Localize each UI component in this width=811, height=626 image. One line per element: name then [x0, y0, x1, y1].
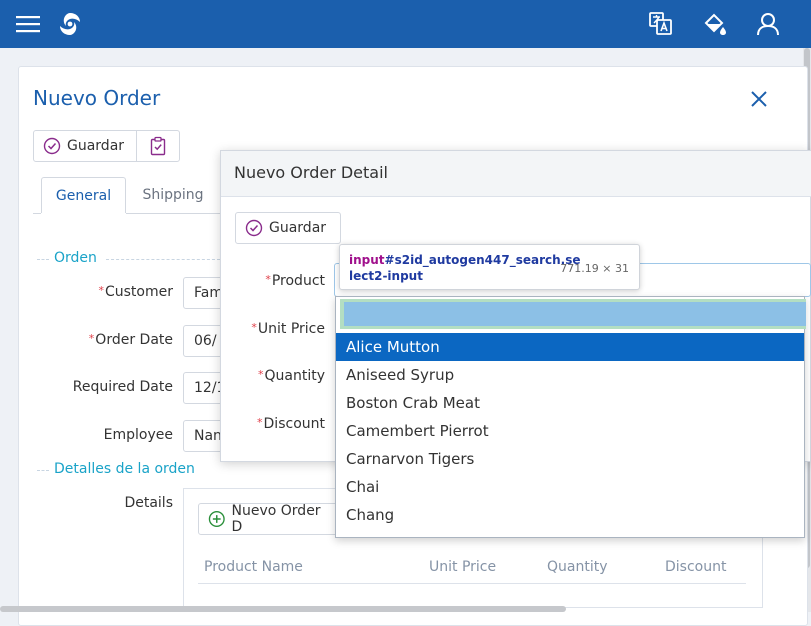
user-icon[interactable]: [752, 0, 784, 48]
grid-header-divider: [198, 583, 746, 584]
paint-bucket-icon[interactable]: [699, 0, 731, 48]
plus-circle-icon: [208, 511, 225, 527]
dropdown-option[interactable]: Chang: [336, 501, 804, 529]
translate-icon[interactable]: [645, 0, 677, 48]
column-header-quantity[interactable]: Quantity: [547, 559, 608, 575]
inspector-tooltip: input#s2id_autogen447_search.se lect2-in…: [339, 244, 640, 290]
column-header-product-name[interactable]: Product Name: [204, 559, 303, 575]
dropdown-search-input[interactable]: [344, 302, 806, 326]
customer-label: *Customer: [98, 284, 173, 300]
discount-label: *Discount: [257, 416, 325, 432]
dropdown-search-wrapper: [340, 299, 806, 329]
dropdown-option[interactable]: Carnarvon Tigers: [336, 445, 804, 473]
tab-shipping[interactable]: Shipping: [126, 177, 220, 213]
product-dropdown: Alice Mutton Aniseed Syrup Boston Crab M…: [335, 296, 806, 538]
dialog-header: Nuevo Order Detail: [221, 151, 811, 197]
dropdown-option-selected[interactable]: Alice Mutton: [336, 333, 804, 361]
column-header-discount[interactable]: Discount: [665, 559, 726, 575]
order-date-field[interactable]: 06/: [183, 325, 223, 357]
tab-underline: [126, 213, 220, 214]
employee-field[interactable]: Nan: [183, 420, 223, 452]
new-order-detail-label: Nuevo Order D: [231, 503, 321, 535]
dropdown-option[interactable]: Boston Crab Meat: [336, 389, 804, 417]
section-divider: [37, 259, 49, 260]
dropdown-option[interactable]: Chai: [336, 473, 804, 501]
dropdown-option[interactable]: Camembert Pierrot: [336, 417, 804, 445]
customer-field[interactable]: Fam: [183, 277, 223, 309]
order-date-label: *Order Date: [88, 332, 173, 348]
required-date-label: Required Date: [72, 379, 173, 395]
section-title-details: Detalles de la orden: [54, 461, 195, 477]
new-order-detail-button[interactable]: Nuevo Order D: [198, 503, 343, 535]
dialog-title: Nuevo Order Detail: [234, 163, 388, 182]
save-button[interactable]: Guardar: [33, 130, 137, 162]
horizontal-scrollbar[interactable]: [0, 606, 566, 612]
quantity-label: *Quantity: [258, 368, 325, 384]
dialog-save-label: Guardar: [269, 220, 327, 236]
tab-underline: [33, 213, 41, 214]
section-divider: [37, 470, 49, 471]
check-circle-icon: [245, 219, 263, 237]
dialog-save-button[interactable]: Guardar: [235, 212, 341, 244]
product-label: *Product: [265, 273, 325, 289]
check-circle-icon: [43, 137, 61, 155]
column-header-unit-price[interactable]: Unit Price: [429, 559, 496, 575]
details-label: Details: [124, 495, 173, 511]
section-divider: [106, 259, 220, 260]
close-icon[interactable]: [748, 88, 770, 110]
dropdown-option[interactable]: Aniseed Syrup: [336, 361, 804, 389]
tooltip-size: 771.19 × 31: [560, 262, 629, 275]
tooltip-selector: input#s2id_autogen447_search.se lect2-in…: [349, 253, 581, 283]
section-title-orden: Orden: [54, 250, 97, 266]
page-title: Nuevo Order: [33, 86, 161, 110]
hamburger-menu-icon[interactable]: [12, 0, 44, 48]
clipboard-check-icon: [150, 136, 166, 156]
required-date-field[interactable]: 12/1: [183, 372, 223, 404]
apply-changes-button[interactable]: [136, 130, 180, 162]
tab-general[interactable]: General: [41, 177, 126, 213]
unit-price-label: *Unit Price: [251, 321, 325, 337]
app-header: [0, 0, 811, 48]
app-logo-icon[interactable]: [54, 0, 86, 48]
save-button-label: Guardar: [67, 138, 125, 154]
employee-label: Employee: [103, 427, 173, 443]
